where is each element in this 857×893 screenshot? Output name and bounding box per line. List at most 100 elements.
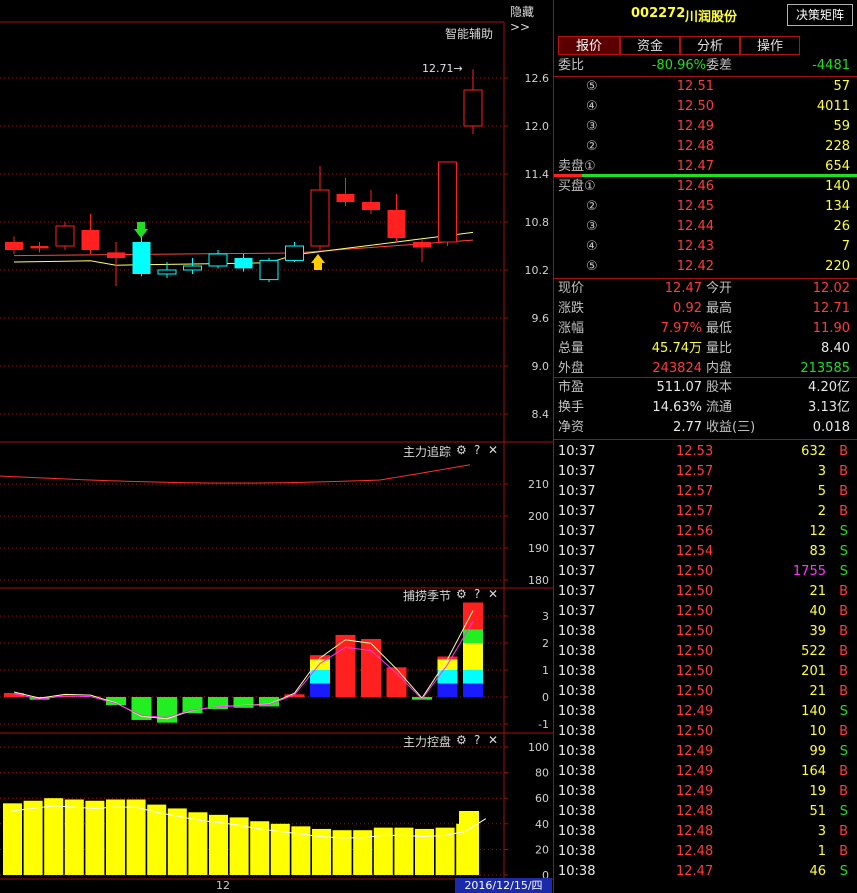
- tick-row[interactable]: 10:38 12.50 21 B: [554, 682, 854, 702]
- histogram-bar: [463, 643, 483, 670]
- control-bar: [373, 827, 393, 875]
- tick-row[interactable]: 10:37 12.54 83 S: [554, 542, 854, 562]
- tab-analysis[interactable]: 分析: [680, 36, 740, 55]
- tick-price: 12.50: [676, 664, 714, 679]
- stat-label: 净资: [558, 420, 585, 435]
- tick-row[interactable]: 10:37 12.50 40 B: [554, 602, 854, 622]
- bid-price: 12.46: [676, 179, 714, 194]
- tick-price: 12.50: [676, 624, 714, 639]
- tick-time: 10:38: [558, 804, 596, 819]
- close-icon[interactable]: ✕: [488, 443, 498, 457]
- bid-row[interactable]: ⑤ 12.42 220: [554, 257, 854, 277]
- tick-time: 10:38: [558, 684, 596, 699]
- tick-row[interactable]: 10:37 12.56 12 S: [554, 522, 854, 542]
- decision-matrix-button[interactable]: 决策矩阵: [787, 4, 853, 26]
- tab-operation[interactable]: 操作: [740, 36, 800, 55]
- bid-row[interactable]: ② 12.45 134: [554, 197, 854, 217]
- tick-row[interactable]: 10:38 12.49 99 S: [554, 742, 854, 762]
- tick-row[interactable]: 10:37 12.57 3 B: [554, 462, 854, 482]
- ask-row[interactable]: ③ 12.49 59: [554, 117, 854, 137]
- histogram-bar: [310, 683, 330, 697]
- help-icon[interactable]: ?: [474, 587, 480, 601]
- tick-row[interactable]: 10:37 12.57 2 B: [554, 502, 854, 522]
- close-icon[interactable]: ✕: [488, 733, 498, 747]
- candle-body: [132, 242, 151, 274]
- y-tick-label: 40: [535, 818, 549, 831]
- tick-row[interactable]: 10:38 12.48 51 S: [554, 802, 854, 822]
- stat-value: 11.90: [812, 321, 850, 336]
- weicha-label: 委差: [706, 58, 733, 73]
- tick-side: S: [839, 864, 848, 879]
- stat-label: 涨跌: [558, 301, 585, 316]
- tab-funds[interactable]: 资金: [620, 36, 680, 55]
- stat-value: 8.40: [821, 341, 850, 356]
- stat-row: 净资 2.77 收益(三) 0.018: [554, 418, 854, 438]
- weicha-value: -4481: [812, 58, 850, 73]
- settings-gear-icon[interactable]: ⚙: [456, 587, 467, 601]
- settings-gear-icon[interactable]: ⚙: [456, 443, 467, 457]
- tick-row[interactable]: 10:38 12.49 19 B: [554, 782, 854, 802]
- ask-row[interactable]: ② 12.48 228: [554, 137, 854, 157]
- close-icon[interactable]: ✕: [488, 587, 498, 601]
- tick-row[interactable]: 10:37 12.57 5 B: [554, 482, 854, 502]
- stat-label: 今开: [706, 281, 733, 296]
- tick-row[interactable]: 10:37 12.50 1755 S: [554, 562, 854, 582]
- tick-price: 12.48: [676, 804, 714, 819]
- tick-row[interactable]: 10:38 12.50 201 B: [554, 662, 854, 682]
- ask-row[interactable]: ④ 12.50 4011: [554, 97, 854, 117]
- stat-label: 最低: [706, 321, 733, 336]
- tick-volume: 140: [801, 704, 826, 719]
- tick-time: 10:38: [558, 704, 596, 719]
- stat-value: 511.07: [656, 380, 703, 395]
- bid-level: ④: [586, 239, 598, 254]
- candle-body: [285, 245, 304, 261]
- bid-row[interactable]: ④ 12.43 7: [554, 237, 854, 257]
- tick-row[interactable]: 10:37 12.53 632 B: [554, 442, 854, 462]
- candle-body: [183, 265, 202, 271]
- hide-panel-button[interactable]: 隐藏>>: [510, 3, 553, 34]
- control-bar: [64, 799, 84, 875]
- control-bar: [44, 798, 64, 875]
- ask-row[interactable]: ⑤ 12.51 57: [554, 77, 854, 97]
- settings-gear-icon[interactable]: ⚙: [456, 733, 467, 747]
- tick-price: 12.49: [676, 744, 714, 759]
- tab-quote[interactable]: 报价: [558, 36, 620, 55]
- y-tick-label: 12.0: [525, 120, 550, 133]
- tick-row[interactable]: 10:38 12.50 39 B: [554, 622, 854, 642]
- tick-time: 10:38: [558, 724, 596, 739]
- tick-row[interactable]: 10:38 12.50 522 B: [554, 642, 854, 662]
- stat-label: 市盈: [558, 380, 585, 395]
- help-icon[interactable]: ?: [474, 443, 480, 457]
- tick-row[interactable]: 10:38 12.48 3 B: [554, 822, 854, 842]
- stat-label: 最高: [706, 301, 733, 316]
- tick-price: 12.50: [676, 564, 714, 579]
- chart-area[interactable]: 12.6 12.0 11.4 10.8 10.2 9.6 9.0 8.4 210 200 190 18…: [0, 0, 553, 893]
- stock-name: 川润股份: [685, 10, 738, 25]
- tick-time: 10:37: [558, 464, 596, 479]
- candle-body: [259, 259, 279, 281]
- tick-row[interactable]: 10:38 12.49 164 B: [554, 762, 854, 782]
- tick-row[interactable]: 10:38 12.48 1 B: [554, 842, 854, 862]
- tick-row[interactable]: 10:38 12.49 140 S: [554, 702, 854, 722]
- tick-volume: 164: [801, 764, 826, 779]
- tick-row[interactable]: 10:37 12.50 21 B: [554, 582, 854, 602]
- candle-body: [413, 242, 431, 248]
- help-icon[interactable]: ?: [474, 733, 480, 747]
- candle-body: [55, 225, 75, 247]
- tick-time: 10:37: [558, 524, 596, 539]
- control-bar: [332, 830, 352, 875]
- tick-row[interactable]: 10:38 12.47 46 S: [554, 862, 854, 882]
- bid-volume: 220: [825, 259, 850, 274]
- bid-level: ⑤: [586, 259, 598, 274]
- tick-side: B: [839, 784, 848, 799]
- buy-signal-arrow-icon: [314, 263, 322, 270]
- ask-price: 12.49: [676, 119, 714, 134]
- tick-row[interactable]: 10:38 12.50 10 B: [554, 722, 854, 742]
- bid-row[interactable]: ③ 12.44 26: [554, 217, 854, 237]
- stat-value: 2.77: [673, 420, 702, 435]
- histogram-bar: [463, 683, 483, 697]
- tick-volume: 2: [817, 504, 826, 519]
- bid-row[interactable]: 买盘① 12.46 140: [554, 177, 854, 197]
- tick-time: 10:37: [558, 544, 596, 559]
- tick-side: B: [839, 444, 848, 459]
